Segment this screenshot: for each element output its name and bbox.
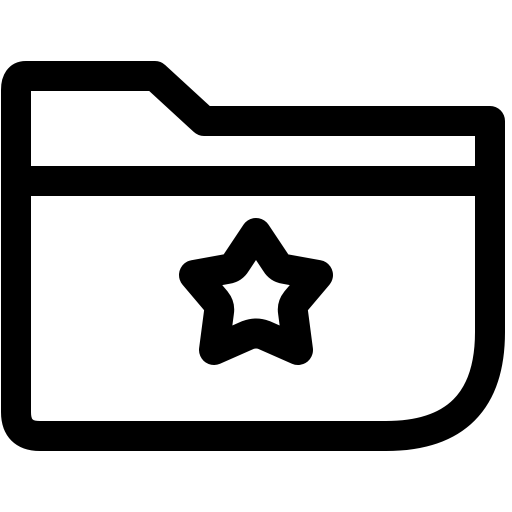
star-icon [179, 218, 333, 365]
folder-star-svg [1, 61, 505, 451]
folder-star-icon [0, 0, 512, 512]
